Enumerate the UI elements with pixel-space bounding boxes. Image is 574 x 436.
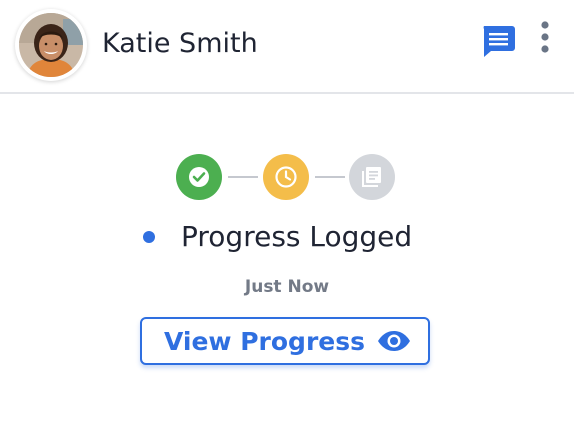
step-complete	[176, 154, 222, 200]
progress-card: Katie Smith Progress Logged Just Now Vie…	[0, 0, 574, 436]
progress-stepper	[176, 154, 398, 202]
clock-icon	[263, 154, 309, 200]
step-inactive	[349, 154, 395, 200]
more-options-button[interactable]	[535, 20, 555, 56]
more-vertical-icon	[541, 21, 549, 53]
status-timestamp: Just Now	[244, 277, 330, 297]
step-pending	[263, 154, 309, 200]
user-avatar-photo	[19, 13, 83, 77]
chat-button[interactable]	[480, 24, 516, 58]
view-progress-label: View Progress	[164, 327, 366, 356]
avatar[interactable]	[15, 9, 87, 81]
view-progress-button[interactable]: View Progress	[140, 317, 430, 365]
check-icon	[176, 154, 222, 200]
card-header: Katie Smith	[0, 0, 574, 94]
status-label: Progress Logged	[181, 220, 413, 253]
step-connector	[228, 176, 258, 178]
chat-icon	[483, 26, 515, 57]
document-list-icon	[349, 154, 395, 200]
status-dot	[143, 231, 155, 243]
step-connector	[315, 176, 345, 178]
user-name: Katie Smith	[102, 28, 258, 59]
eye-icon	[378, 331, 410, 351]
